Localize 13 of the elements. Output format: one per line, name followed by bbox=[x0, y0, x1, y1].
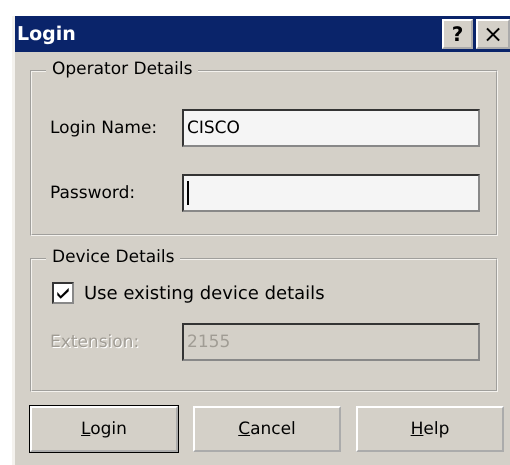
field-label: Login Name: bbox=[50, 118, 158, 138]
field-label: Password: bbox=[50, 183, 136, 203]
help-button[interactable]: ? bbox=[442, 19, 473, 49]
window-title: Login bbox=[17, 23, 76, 45]
close-button[interactable]: × bbox=[476, 19, 510, 49]
checkbox[interactable] bbox=[52, 282, 74, 304]
checkbox-label[interactable]: Use existing device details bbox=[84, 282, 325, 304]
dialog-button[interactable]: Cancel bbox=[193, 406, 341, 452]
input-field[interactable] bbox=[182, 174, 480, 212]
input-field[interactable]: CISCO bbox=[182, 109, 480, 147]
dialog-button[interactable]: Login bbox=[30, 406, 178, 452]
group-legend: Operator Details bbox=[46, 59, 198, 79]
dialog-button[interactable]: Help bbox=[356, 406, 504, 452]
